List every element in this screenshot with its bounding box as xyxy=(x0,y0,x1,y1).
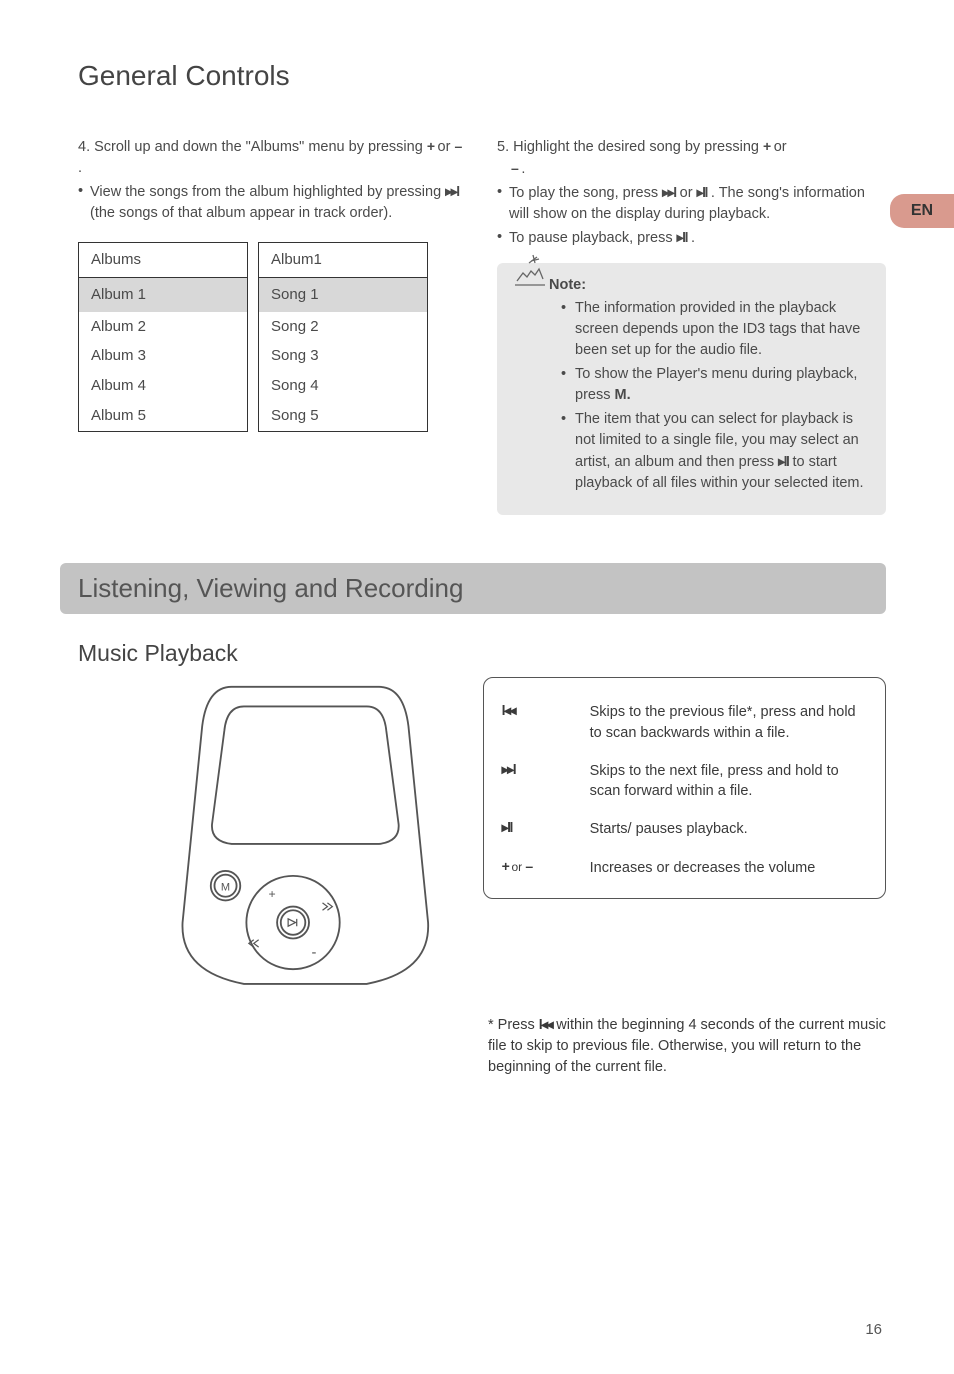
note-item-2: To show the Player's menu during playbac… xyxy=(561,364,868,406)
left-bullet-1b: (the songs of that album appear in track… xyxy=(90,205,392,221)
step5-b: or xyxy=(774,139,787,155)
two-column-body: 4. Scroll up and down the "Albums" menu … xyxy=(78,136,886,515)
control-row-playpause: ▸ll Starts/ pauses playback. xyxy=(502,819,867,839)
albums-table: Albums Album 1 Album 2 Album 3 Album 4 A… xyxy=(78,242,248,432)
page-title: General Controls xyxy=(78,60,886,92)
rb2-b: . xyxy=(691,230,695,246)
prev-icon: l◂◂ xyxy=(539,1016,552,1032)
step4-text-a: 4. Scroll up and down the "Albums" menu … xyxy=(78,139,427,155)
right-column: 5. Highlight the desired song by pressin… xyxy=(497,136,886,515)
svg-text:M: M xyxy=(221,882,230,894)
m-key: M. xyxy=(615,387,631,403)
step-4: 4. Scroll up and down the "Albums" menu … xyxy=(78,136,467,179)
minus-icon: – xyxy=(525,858,531,874)
control-row-volume: + or – Increases or decreases the volume xyxy=(502,858,867,878)
table-row: Album 2 xyxy=(79,312,247,342)
left-bullet-1: View the songs from the album highlighte… xyxy=(78,181,467,224)
playpause-icon: ▸ll xyxy=(677,229,687,245)
minus-icon: – xyxy=(511,160,517,176)
playback-row: M + - l◂◂ Skips to the previous file*, p… xyxy=(78,677,886,996)
table-row: Album 4 xyxy=(79,371,247,401)
album-tables: Albums Album 1 Album 2 Album 3 Album 4 A… xyxy=(78,242,467,432)
rb1-b: or xyxy=(680,185,697,201)
note-hand-icon xyxy=(509,251,553,295)
footnote-a: * Press xyxy=(488,1017,539,1033)
section-title: Listening, Viewing and Recording xyxy=(78,573,868,604)
playpause-icon: ▸ll xyxy=(778,453,788,469)
note-item-3: The item that you can select for playbac… xyxy=(561,409,868,494)
rb1-a: To play the song, press xyxy=(509,185,662,201)
note-box: Note: The information provided in the pl… xyxy=(497,263,886,515)
section-header: Listening, Viewing and Recording xyxy=(60,563,886,614)
playpause-icon: ▸ll xyxy=(697,184,707,200)
songs-table: Album1 Song 1 Song 2 Song 3 Song 4 Song … xyxy=(258,242,428,432)
table-row: Album 1 xyxy=(79,278,247,312)
table-row: Song 5 xyxy=(259,401,427,431)
page-number: 16 xyxy=(865,1321,882,1338)
left-column: 4. Scroll up and down the "Albums" menu … xyxy=(78,136,467,515)
plus-icon: + xyxy=(502,858,509,874)
next-icon: ▸▸l xyxy=(502,761,515,777)
plus-icon: + xyxy=(427,138,434,154)
control-desc: Increases or decreases the volume xyxy=(590,858,867,878)
table-row: Song 4 xyxy=(259,371,427,401)
step5-c: . xyxy=(521,161,525,177)
step4-text-c: . xyxy=(78,160,82,176)
albums-table-head: Albums xyxy=(79,243,247,278)
next-icon: ▸▸l xyxy=(445,183,458,199)
playpause-icon: ▸ll xyxy=(502,819,512,835)
or-text: or xyxy=(512,860,523,874)
controls-table: l◂◂ Skips to the previous file*, press a… xyxy=(483,677,886,899)
note-title: Note: xyxy=(549,275,868,296)
step-5: 5. Highlight the desired song by pressin… xyxy=(497,136,886,180)
right-bullet-1: To play the song, press ▸▸l or ▸ll . The… xyxy=(497,182,886,225)
device-illustration: M + - xyxy=(158,677,453,996)
step4-text-b: or xyxy=(438,139,455,155)
control-row-next: ▸▸l Skips to the next file, press and ho… xyxy=(502,761,867,802)
control-desc: Skips to the next file, press and hold t… xyxy=(590,761,867,802)
note-item-1: The information provided in the playback… xyxy=(561,298,868,361)
svg-text:-: - xyxy=(311,945,316,961)
svg-text:+: + xyxy=(268,887,275,901)
prev-icon: l◂◂ xyxy=(502,702,515,718)
rb2-a: To pause playback, press xyxy=(509,230,677,246)
control-row-prev: l◂◂ Skips to the previous file*, press a… xyxy=(502,702,867,743)
table-row: Album 5 xyxy=(79,401,247,431)
language-tab: EN xyxy=(890,194,954,228)
right-bullet-2: To pause playback, press ▸ll . xyxy=(497,227,886,249)
songs-table-head: Album1 xyxy=(259,243,427,278)
table-row: Song 2 xyxy=(259,312,427,342)
table-row: Song 3 xyxy=(259,341,427,371)
control-desc: Skips to the previous file*, press and h… xyxy=(590,702,867,743)
footnote: * Press l◂◂ within the beginning 4 secon… xyxy=(488,1014,908,1078)
step5-a: 5. Highlight the desired song by pressin… xyxy=(497,139,763,155)
table-row: Album 3 xyxy=(79,341,247,371)
next-icon: ▸▸l xyxy=(662,184,675,200)
control-desc: Starts/ pauses playback. xyxy=(590,819,867,839)
table-row: Song 1 xyxy=(259,278,427,312)
subsection-title: Music Playback xyxy=(78,640,886,667)
minus-icon: – xyxy=(454,138,460,154)
left-bullet-1a: View the songs from the album highlighte… xyxy=(90,184,445,200)
plus-icon: + xyxy=(763,138,770,154)
